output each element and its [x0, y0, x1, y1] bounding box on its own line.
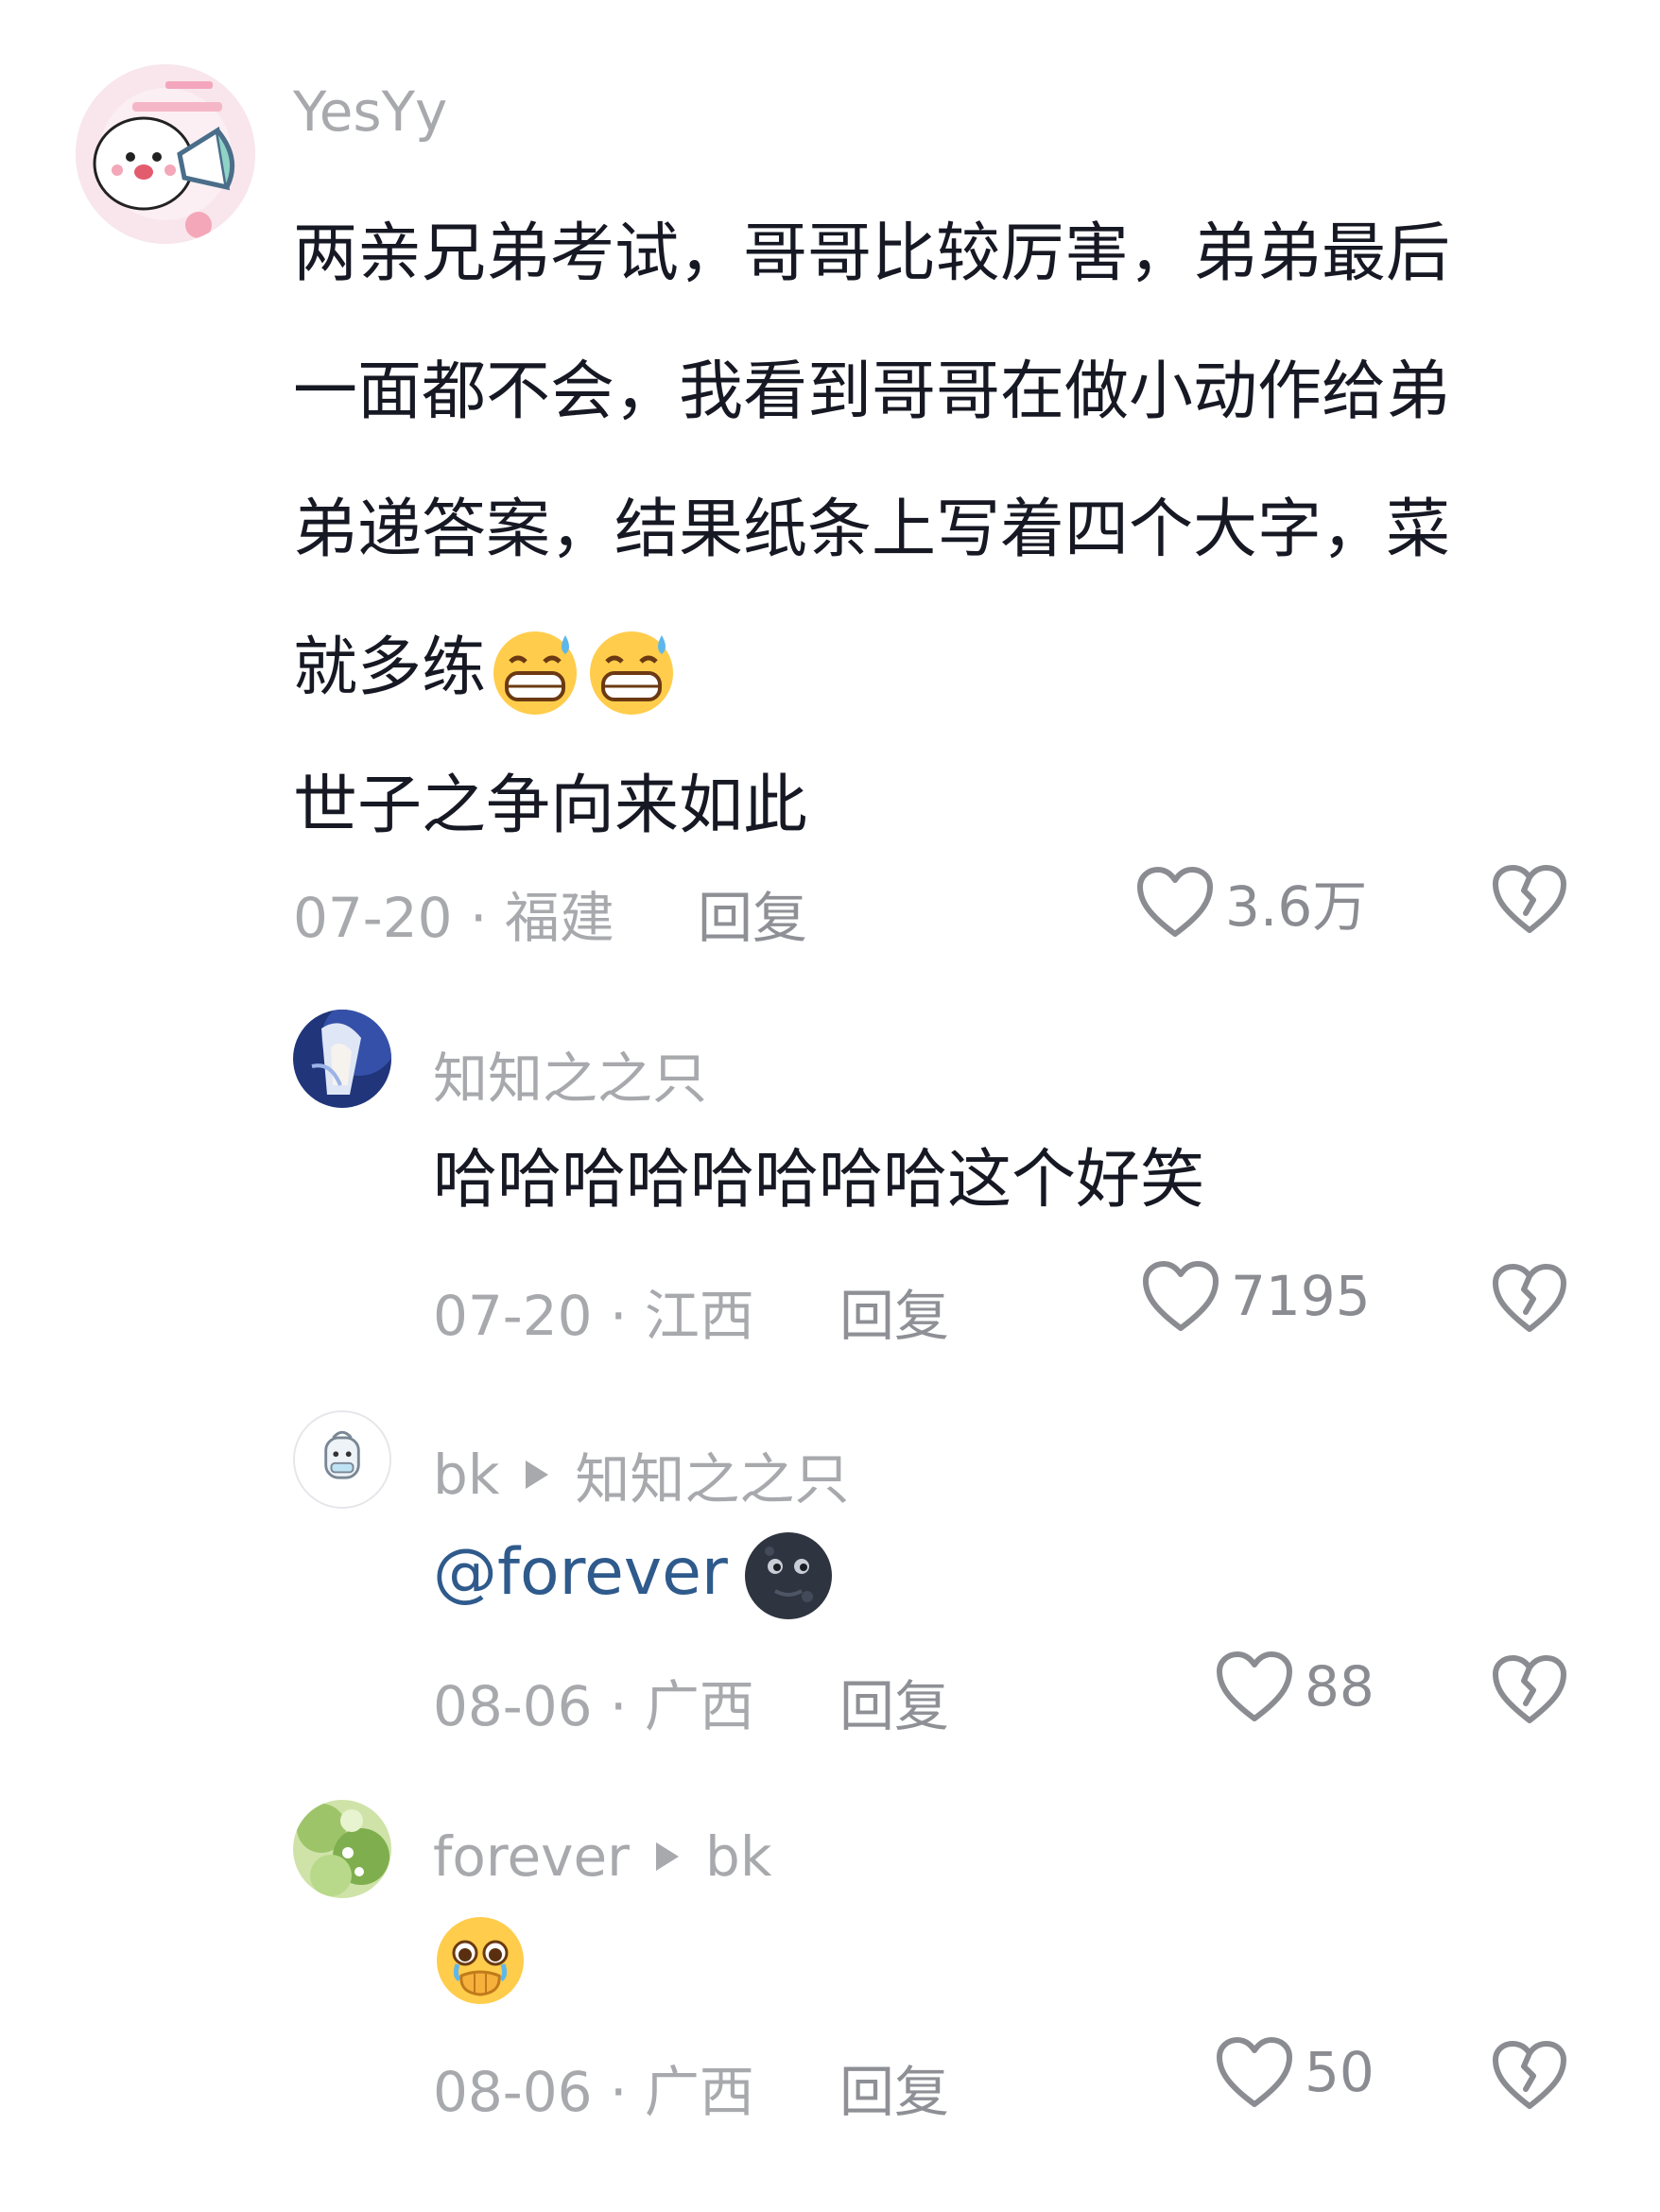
- reply-button[interactable]: 回复: [698, 873, 807, 953]
- like-button[interactable]: 88: [1216, 1650, 1375, 1722]
- like-button[interactable]: 50: [1216, 2036, 1375, 2108]
- like-count: 7195: [1231, 1264, 1371, 1328]
- like-count: 3.6万: [1225, 874, 1368, 939]
- comment-list: YesYy 两亲兄弟考试，哥哥比较厉害，弟弟最后 一面都不会，我看到哥哥在做小动…: [0, 0, 1660, 2212]
- username[interactable]: YesYy: [293, 79, 447, 144]
- like-button[interactable]: 3.6万: [1136, 862, 1367, 942]
- reply-header: forever bk: [433, 1824, 771, 1889]
- reply-arrow-icon: [526, 1460, 549, 1489]
- like-button[interactable]: 7195: [1142, 1260, 1371, 1332]
- comment-meta: 07-20 · 江西: [433, 1284, 754, 1348]
- dislike-button[interactable]: [1492, 1263, 1567, 1337]
- broken-heart-icon: [1493, 1655, 1566, 1723]
- reply-button[interactable]: 回复: [839, 2048, 949, 2127]
- reply-button[interactable]: 回复: [839, 1662, 949, 1741]
- avatar[interactable]: [293, 1010, 391, 1108]
- like-count: 88: [1305, 1654, 1375, 1719]
- comment-text: @forever: [433, 1526, 836, 1623]
- heart-icon: [1143, 1261, 1219, 1331]
- dislike-button[interactable]: [1492, 2040, 1567, 2114]
- alpaca-megaphone-avatar-icon: [76, 64, 255, 244]
- username[interactable]: 知知之之只: [433, 1034, 707, 1114]
- anime-girl-avatar-icon: [293, 1010, 391, 1108]
- broken-heart-icon: [1493, 865, 1566, 933]
- new-moon-face-emoji: [741, 1529, 836, 1623]
- heart-icon: [1137, 867, 1213, 937]
- avatar[interactable]: [76, 64, 255, 244]
- reply-to-username[interactable]: bk: [705, 1824, 771, 1889]
- comment-text: 哈哈哈哈哈哈哈哈这个好笑: [433, 1138, 1204, 1223]
- comment-text-line-with-emoji: 就多练: [293, 599, 1450, 737]
- reply-arrow-icon: [656, 1842, 680, 1871]
- comment-text-line: 世子之争向来如此: [293, 769, 808, 843]
- mention-link[interactable]: @forever: [433, 1535, 728, 1610]
- like-count: 50: [1305, 2040, 1375, 2104]
- grinning-sweat-emoji: [490, 626, 580, 717]
- broken-heart-icon: [1493, 2041, 1566, 2109]
- green-plant-avatar-icon: [293, 1800, 391, 1898]
- avatar[interactable]: [293, 1410, 391, 1509]
- comment-text-line: 两亲兄弟考试，哥哥比较厉害，弟弟最后: [293, 216, 1451, 291]
- dislike-button[interactable]: [1492, 1654, 1567, 1728]
- username[interactable]: forever: [433, 1824, 630, 1889]
- comment-text-line: 就多练: [293, 631, 487, 705]
- comment-text-line-with-emoji: @forever: [433, 1526, 836, 1623]
- comment-meta: 08-06 · 广西: [433, 2060, 754, 2124]
- reply-to-username[interactable]: 知知之之只: [575, 1435, 849, 1514]
- cartoon-backpack-avatar-icon: [295, 1412, 389, 1507]
- avatar[interactable]: [293, 1800, 391, 1898]
- pleading-face-emoji: [433, 1913, 527, 2008]
- comment-text-line: 哈哈哈哈哈哈哈哈这个好笑: [433, 1143, 1205, 1218]
- reply-button[interactable]: 回复: [839, 1271, 949, 1351]
- comment-text-line: 一面都不会，我看到哥哥在做小动作给弟: [293, 354, 1451, 429]
- comment-text: 两亲兄弟考试，哥哥比较厉害，弟弟最后 一面都不会，我看到哥哥在做小动作给弟 弟递…: [293, 185, 1450, 875]
- dislike-button[interactable]: [1492, 864, 1567, 938]
- comment-text-line: 弟递答案，结果纸条上写着四个大字，菜: [293, 493, 1451, 567]
- broken-heart-icon: [1493, 1264, 1566, 1332]
- heart-icon: [1217, 1651, 1292, 1721]
- comment-meta: 07-20 · 福建: [293, 886, 614, 950]
- heart-icon: [1217, 2037, 1292, 2107]
- grinning-sweat-emoji: [586, 626, 677, 717]
- reply-header: bk 知知之之只: [433, 1435, 849, 1514]
- comment-text: [433, 1913, 527, 2008]
- username[interactable]: bk: [433, 1443, 499, 1507]
- comment-meta: 08-06 · 广西: [433, 1674, 754, 1738]
